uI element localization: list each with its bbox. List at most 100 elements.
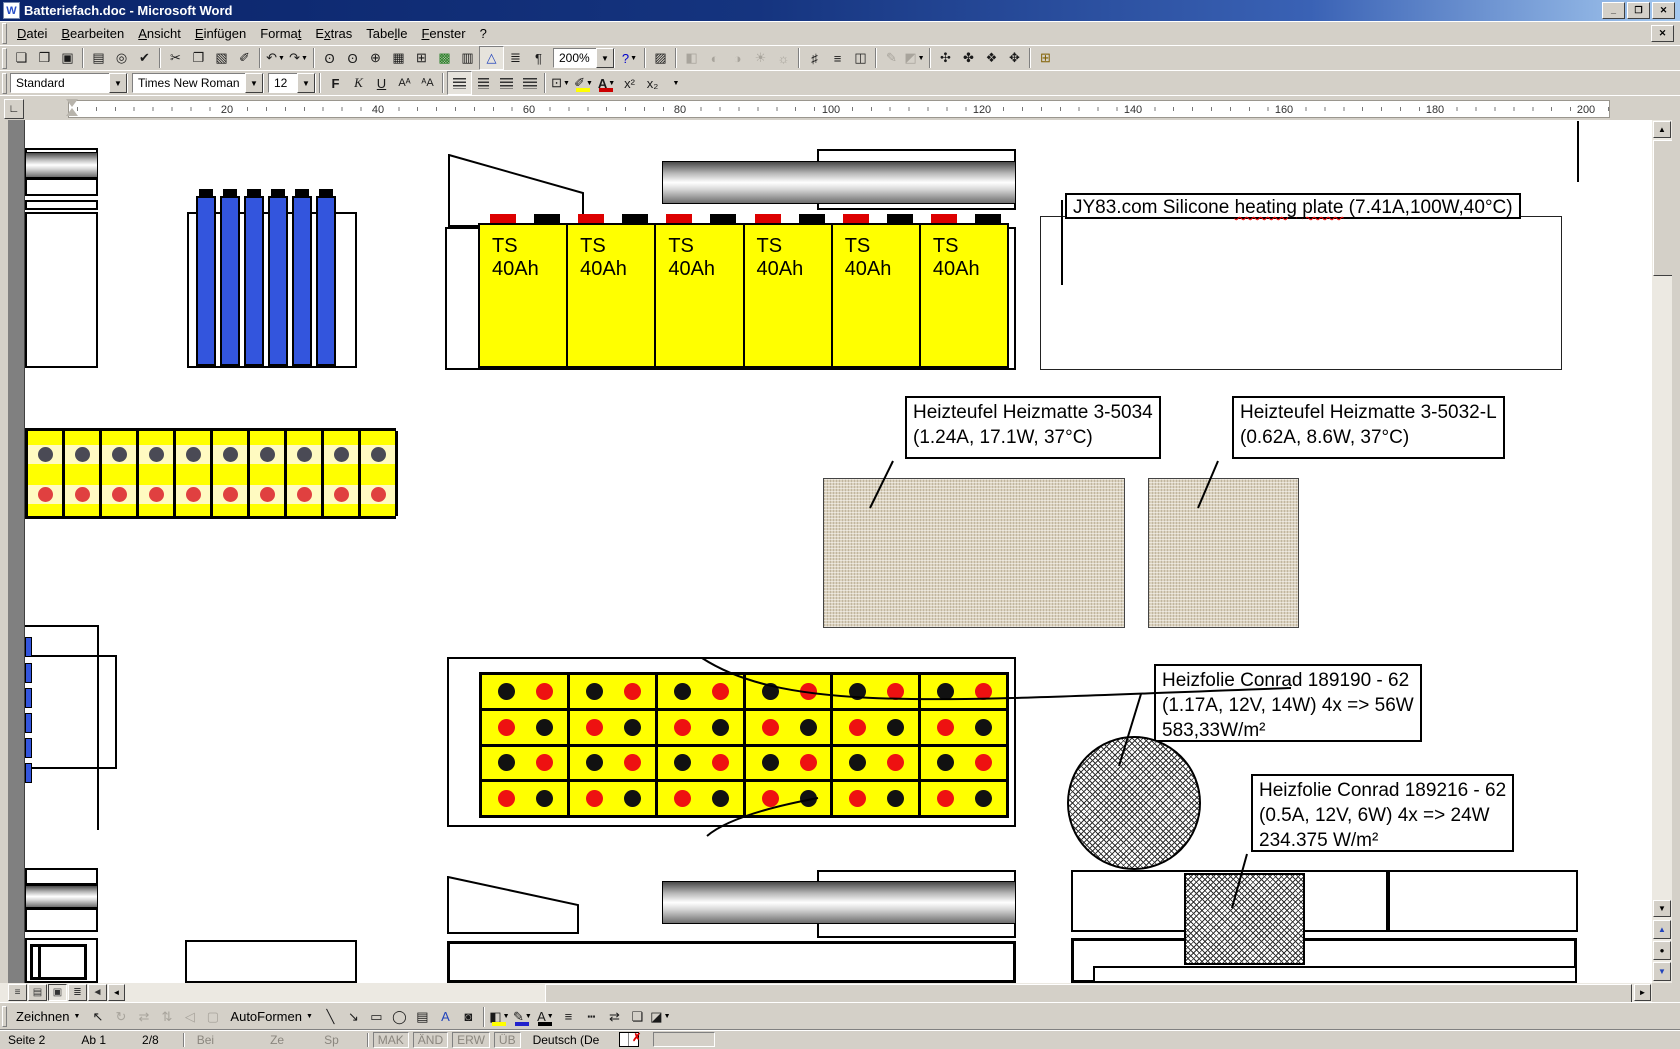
italic-button[interactable]: K	[347, 72, 370, 94]
subscript-button[interactable]: x₂	[641, 72, 664, 94]
status-mode-mak[interactable]: MAK	[373, 1032, 409, 1048]
minimize-button[interactable]: _	[1602, 2, 1625, 19]
restore-button[interactable]: ❐	[1627, 2, 1650, 19]
oval-icon[interactable]: ◯	[388, 1006, 411, 1028]
redo-icon[interactable]: ↷▼	[287, 47, 310, 69]
find-icon[interactable]: ʘ	[318, 47, 341, 69]
status-language[interactable]: Deutsch (De	[525, 1033, 608, 1047]
border-button[interactable]: ⊡▼	[549, 72, 572, 94]
shrink-font-icon[interactable]: ᴬA	[416, 72, 439, 94]
highlight-button[interactable]: ✐▼	[572, 72, 595, 94]
outline-view-button[interactable]: ≣	[68, 984, 87, 1001]
columns-icon[interactable]: ▥	[456, 47, 479, 69]
menu-item-format[interactable]: Format	[253, 23, 308, 44]
paste-icon[interactable]: ▧	[210, 47, 233, 69]
font-color-icon[interactable]: A▼	[534, 1006, 557, 1028]
align-center-button[interactable]	[472, 72, 495, 94]
toolbar-handle[interactable]	[2, 48, 7, 69]
scroll-left-icon[interactable]: ◄	[108, 984, 125, 1001]
scroll-right-icon[interactable]: ►	[1634, 984, 1651, 1001]
text-wrapping-icon[interactable]: ◫	[849, 47, 872, 69]
grow-font-icon[interactable]: Aᴬ	[393, 72, 416, 94]
text-box-icon[interactable]: ▤	[411, 1006, 434, 1028]
print-layout-view-button[interactable]: ▣	[48, 984, 67, 1001]
menu-item-ansicht[interactable]: Ansicht	[131, 23, 188, 44]
threed-icon[interactable]: ◪▼	[649, 1006, 672, 1028]
vertical-scrollbar[interactable]: ▲ ▼ ▲ ● ▼	[1652, 120, 1672, 983]
copy-icon[interactable]: ❐	[187, 47, 210, 69]
insert-hyperlink-icon[interactable]: ⊕	[364, 47, 387, 69]
bold-button[interactable]: F	[324, 72, 347, 94]
cut-icon[interactable]: ✂	[164, 47, 187, 69]
horizontal-scrollbar[interactable]: ≡▤▣≣◄ ◄ ►	[0, 983, 1652, 1002]
new-document-icon[interactable]: ❏	[10, 47, 33, 69]
wordart-icon[interactable]: A	[434, 1006, 457, 1028]
undo-icon[interactable]: ↶▼	[264, 47, 287, 69]
menu-item-extras[interactable]: Extras	[308, 23, 359, 44]
document-canvas[interactable]: TS40AhTS40AhTS40AhTS40AhTS40AhTS40Ah JY8…	[0, 120, 1652, 983]
font-color-button[interactable]: A▼	[595, 72, 618, 94]
status-mode-erw[interactable]: ERW	[452, 1032, 490, 1048]
flowchart-icon[interactable]: ✥	[1003, 47, 1026, 69]
document-close-icon[interactable]: ✕	[1651, 25, 1674, 42]
crop-icon[interactable]: ♯	[803, 47, 826, 69]
word-app-icon[interactable]: W	[3, 2, 20, 19]
menu-item-?[interactable]: ?	[473, 23, 494, 44]
insert-table-icon[interactable]: ⊞	[410, 47, 433, 69]
vertical-scroll-thumb[interactable]	[1653, 140, 1673, 276]
format-painter-icon[interactable]: ✐	[233, 47, 256, 69]
menu-item-bearbeiten[interactable]: Bearbeiten	[54, 23, 131, 44]
insert-picture-icon[interactable]: ▨	[649, 47, 672, 69]
open-icon[interactable]: ❒	[33, 47, 56, 69]
print-preview-icon[interactable]: ◎	[110, 47, 133, 69]
shadow-icon[interactable]: ❏	[626, 1006, 649, 1028]
justify-button[interactable]	[518, 72, 541, 94]
underline-button[interactable]: U	[370, 72, 393, 94]
spelling-icon[interactable]: ✔	[133, 47, 156, 69]
toolbar-handle[interactable]	[2, 73, 7, 94]
font-size-combo[interactable]: 12 ▼	[268, 73, 316, 93]
menu-item-datei[interactable]: Datei	[10, 23, 54, 44]
superscript-button[interactable]: x²	[618, 72, 641, 94]
style-combo[interactable]: Standard ▼	[10, 73, 128, 93]
status-mode-änd[interactable]: ÄND	[413, 1032, 448, 1048]
insert-excel-sheet-icon[interactable]: ▩	[433, 47, 456, 69]
connector-elbow-icon[interactable]: ✤	[957, 47, 980, 69]
menu-item-fenster[interactable]: Fenster	[414, 23, 472, 44]
fill-color-icon[interactable]: ◧▼	[488, 1006, 511, 1028]
line-style-icon[interactable]: ≡	[826, 47, 849, 69]
menu-item-tabelle[interactable]: Tabelle	[359, 23, 414, 44]
drawing-toggle-icon[interactable]: △	[479, 46, 504, 70]
chevron-down-icon[interactable]: ▼	[297, 73, 315, 93]
tab-selector-button[interactable]: ∟	[4, 99, 24, 119]
menu-item-einfgen[interactable]: Einfügen	[188, 23, 253, 44]
font-combo[interactable]: Times New Roman ▼	[132, 73, 264, 93]
spelling-status-icon[interactable]: ✗	[619, 1032, 639, 1047]
previous-page-icon[interactable]: ▲	[1653, 920, 1671, 939]
zeichnen-menu-button[interactable]: Zeichnen▼	[10, 1007, 86, 1026]
chevron-down-icon[interactable]: ▼	[245, 73, 263, 93]
toolbar-left-arrow-button[interactable]: ◄	[88, 984, 107, 1001]
toolbar-handle[interactable]	[2, 1006, 7, 1027]
connector-curved-icon[interactable]: ❖	[980, 47, 1003, 69]
toolbar-handle[interactable]	[2, 23, 7, 44]
line-style-icon[interactable]: ≡	[557, 1006, 580, 1028]
scroll-up-icon[interactable]: ▲	[1653, 121, 1671, 138]
align-left-button[interactable]	[447, 71, 472, 95]
find-next-icon[interactable]: ʘ	[341, 47, 364, 69]
tables-and-borders-icon[interactable]: ▦	[387, 47, 410, 69]
show-formatting-icon[interactable]: ¶	[527, 47, 550, 69]
line-icon[interactable]: ╲	[319, 1006, 342, 1028]
dash-style-icon[interactable]: ┅	[580, 1006, 603, 1028]
chevron-down-icon[interactable]: ▼	[109, 73, 127, 93]
web-layout-view-button[interactable]: ▤	[28, 984, 47, 1001]
scroll-down-icon[interactable]: ▼	[1653, 900, 1671, 917]
toolbar-options-icon[interactable]: ▼	[664, 72, 687, 94]
select-objects-icon[interactable]: ↖	[86, 1006, 109, 1028]
first-line-indent-marker[interactable]	[66, 99, 78, 107]
chevron-down-icon[interactable]: ▼	[596, 48, 614, 68]
rectangle-icon[interactable]: ▭	[365, 1006, 388, 1028]
next-page-icon[interactable]: ▼	[1653, 962, 1671, 981]
arrow-style-icon[interactable]: ⇄	[603, 1006, 626, 1028]
help-icon[interactable]: ?▼	[618, 47, 641, 69]
